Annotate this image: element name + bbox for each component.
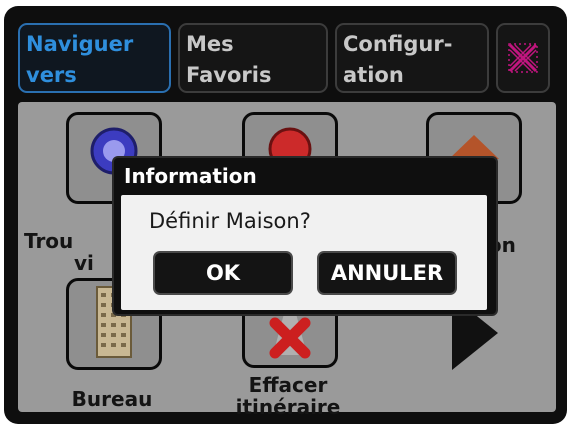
screen: Naviguer vers Mes Favoris Configur- atio… bbox=[18, 20, 556, 418]
menu-item-office-label: Bureau bbox=[71, 387, 153, 411]
menu-item-search-label-1: Trou bbox=[24, 229, 74, 253]
dialog-message: Définir Maison? bbox=[149, 209, 311, 233]
menu-item-delete-route-label-2: itinéraire bbox=[235, 395, 341, 419]
menu-item-search-label-2: vi bbox=[74, 251, 94, 275]
cancel-button[interactable]: ANNULER bbox=[317, 251, 457, 295]
menu-item-delete-route-label-1: Effacer bbox=[248, 373, 328, 397]
dialog-title: Information bbox=[124, 164, 257, 188]
ok-button[interactable]: OK bbox=[153, 251, 293, 295]
device-frame: Naviguer vers Mes Favoris Configur- atio… bbox=[4, 6, 567, 424]
tab-navigate-to[interactable]: Naviguer vers bbox=[18, 23, 171, 93]
information-dialog: Information Définir Maison? OK ANNULER bbox=[112, 156, 498, 316]
close-x-icon bbox=[508, 43, 538, 73]
dialog-body: Définir Maison? OK ANNULER bbox=[121, 195, 487, 310]
tab-configuration[interactable]: Configur- ation bbox=[335, 23, 489, 93]
close-button[interactable] bbox=[496, 23, 550, 93]
tab-favorites[interactable]: Mes Favoris bbox=[178, 23, 328, 93]
